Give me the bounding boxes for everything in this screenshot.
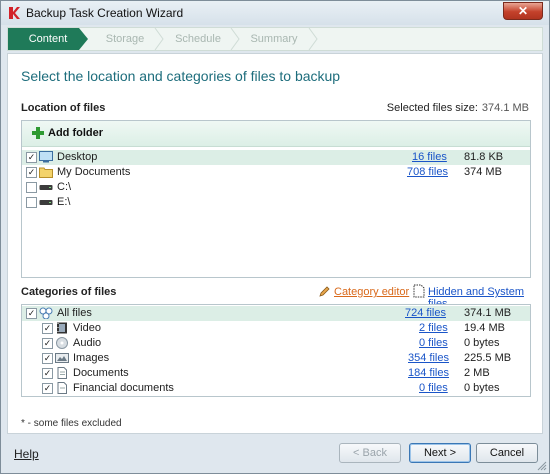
category-row-audio[interactable]: ✓ Audio 0 files 0 bytes (22, 336, 530, 351)
drive-icon (39, 200, 53, 205)
location-files-link[interactable]: 708 files (407, 165, 448, 180)
hidden-file-icon (413, 284, 425, 298)
location-name: E:\ (57, 196, 71, 208)
image-icon (55, 353, 69, 363)
location-size: 81.8 KB (464, 151, 504, 163)
document-icon (57, 367, 67, 379)
location-name: Desktop (57, 151, 98, 163)
all-files-icon (39, 307, 53, 319)
category-size: 374.1 MB (464, 307, 512, 319)
add-folder-label: Add folder (48, 127, 103, 139)
folder-icon (39, 167, 53, 178)
desktop-checkbox[interactable]: ✓ (26, 152, 37, 163)
category-name: Documents (73, 367, 129, 379)
all-files-checkbox[interactable]: ✓ (26, 308, 37, 319)
audio-checkbox[interactable]: ✓ (42, 338, 53, 349)
category-size: 0 bytes (464, 337, 500, 349)
wizard-window: Backup Task Creation Wizard ✕ Content St… (0, 0, 550, 474)
category-name: Video (73, 322, 101, 334)
category-files-link[interactable]: 2 files (419, 321, 448, 336)
video-checkbox[interactable]: ✓ (42, 323, 53, 334)
category-name: Audio (73, 337, 102, 349)
financial-documents-checkbox[interactable]: ✓ (42, 383, 53, 394)
category-files-link[interactable]: 724 files (405, 306, 446, 321)
step-schedule: Schedule (175, 33, 221, 45)
resize-grip-icon[interactable] (537, 461, 547, 471)
categories-list: ✓ All files 724 files 374.1 MB ✓ Video 2… (21, 304, 531, 397)
category-row-images[interactable]: ✓ Images 354 files 225.5 MB (22, 351, 530, 366)
category-size: 19.4 MB (464, 322, 505, 334)
category-files-link[interactable]: 0 files (419, 336, 448, 351)
category-row-video[interactable]: ✓ Video 2 files 19.4 MB (22, 321, 530, 336)
category-row-all-files[interactable]: ✓ All files 724 files 374.1 MB (22, 306, 530, 321)
wizard-steps: Content Storage Schedule Summary (7, 27, 543, 51)
location-toolbar: Add folder (22, 121, 530, 147)
category-editor-link[interactable]: Category editor (334, 286, 409, 298)
location-row-e-drive[interactable]: E:\ (22, 195, 530, 210)
location-row-c-drive[interactable]: C:\ (22, 180, 530, 195)
category-size: 0 bytes (464, 382, 500, 394)
next-button[interactable]: Next > (409, 443, 471, 463)
audio-cd-icon (56, 337, 68, 349)
category-name: Images (73, 352, 110, 364)
excluded-note: * - some files excluded (21, 418, 122, 429)
selected-size: Selected files size: 374.1 MB (387, 102, 529, 114)
window-title: Backup Task Creation Wizard (26, 6, 184, 20)
help-link[interactable]: Help (14, 447, 39, 461)
categories-label: Categories of files (21, 286, 117, 298)
my-documents-checkbox[interactable]: ✓ (26, 167, 37, 178)
plus-icon (32, 127, 44, 139)
desktop-icon (39, 151, 53, 163)
back-button[interactable]: < Back (339, 443, 401, 463)
category-size: 2 MB (464, 367, 490, 379)
documents-checkbox[interactable]: ✓ (42, 368, 53, 379)
step-summary: Summary (250, 33, 298, 45)
location-list: Add folder ✓ Desktop 16 files 81.8 KB ✓ … (21, 120, 531, 278)
location-row-desktop[interactable]: ✓ Desktop 16 files 81.8 KB (22, 150, 530, 165)
add-folder-button[interactable]: Add folder (32, 127, 103, 139)
step-content: Content (8, 28, 88, 50)
step-storage: Storage (105, 33, 145, 45)
images-checkbox[interactable]: ✓ (42, 353, 53, 364)
location-size: 374 MB (464, 166, 502, 178)
selected-size-label: Selected files size: (386, 102, 478, 114)
cancel-button[interactable]: Cancel (476, 443, 538, 463)
kaspersky-logo-icon (9, 7, 20, 19)
category-row-documents[interactable]: ✓ Documents 184 files 2 MB (22, 366, 530, 381)
title-bar: Backup Task Creation Wizard ✕ (1, 1, 549, 25)
drive-icon (39, 185, 53, 190)
category-size: 225.5 MB (464, 352, 512, 364)
category-name: Financial documents (73, 382, 174, 394)
selected-size-value: 374.1 MB (481, 102, 529, 114)
category-files-link[interactable]: 354 files (408, 351, 449, 366)
content-panel: Select the location and categories of fi… (7, 53, 543, 434)
e-drive-checkbox[interactable] (26, 197, 37, 208)
location-files-link[interactable]: 16 files (412, 150, 447, 165)
category-name: All files (57, 307, 92, 319)
category-files-link[interactable]: 0 files (419, 381, 448, 396)
close-button[interactable]: ✕ (503, 2, 543, 20)
financial-document-icon (57, 382, 67, 394)
category-files-link[interactable]: 184 files (408, 366, 449, 381)
location-name: My Documents (57, 166, 131, 178)
film-icon (57, 322, 67, 334)
pencil-icon (319, 286, 330, 297)
location-label: Location of files (21, 102, 106, 114)
location-row-my-documents[interactable]: ✓ My Documents 708 files 374 MB (22, 165, 530, 180)
step-separator-icon (308, 28, 318, 50)
location-name: C:\ (57, 181, 72, 193)
category-row-financial-documents[interactable]: ✓ Financial documents 0 files 0 bytes (22, 381, 530, 396)
c-drive-checkbox[interactable] (26, 182, 37, 193)
page-heading: Select the location and categories of fi… (21, 68, 341, 84)
